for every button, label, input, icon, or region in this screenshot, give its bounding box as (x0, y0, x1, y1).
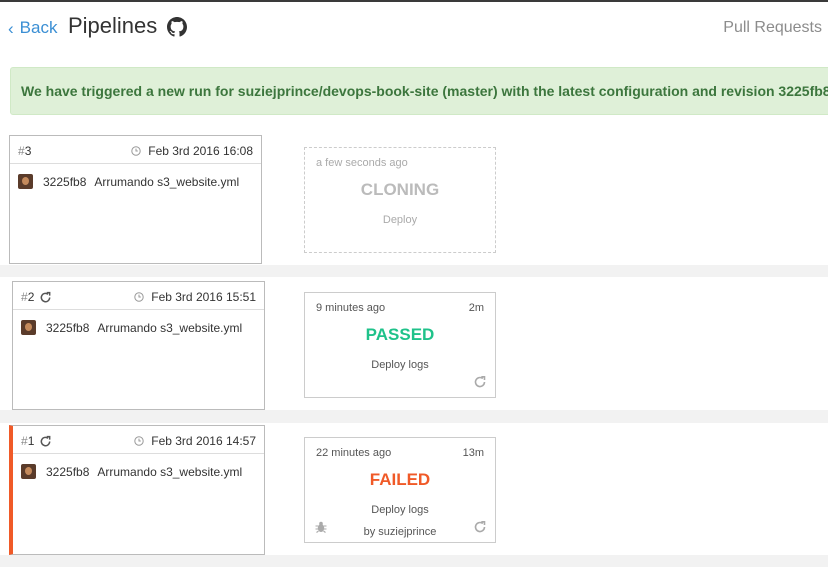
stage-duration: 13m (462, 447, 484, 459)
rebuild-icon[interactable] (39, 435, 52, 448)
triggered-by: by suziejprince (363, 526, 437, 538)
build-date: Feb 3rd 2016 16:08 (131, 144, 253, 158)
clock-icon (134, 436, 144, 446)
stage-time: 22 minutes ago (316, 447, 392, 459)
clock-icon (131, 146, 141, 156)
pipeline-row: #2 Feb 3rd 2016 15:51 3225fb8 Arrumando … (0, 277, 828, 410)
build-header: #2 Feb 3rd 2016 15:51 (13, 282, 264, 310)
stage-time: 9 minutes ago (316, 302, 386, 314)
stage-status: CLONING (360, 180, 440, 199)
build-header: #3 Feb 3rd 2016 16:08 (10, 136, 261, 164)
commit-info: 3225fb8 Arrumando s3_website.yml (21, 464, 242, 479)
build-card[interactable]: #1 Feb 3rd 2016 14:57 3225fb8 Arrumando … (9, 425, 265, 555)
stage-duration: 2m (468, 302, 484, 314)
pipeline-row: #1 Feb 3rd 2016 14:57 3225fb8 Arrumando … (0, 423, 828, 555)
build-card[interactable]: #2 Feb 3rd 2016 15:51 3225fb8 Arrumando … (12, 281, 265, 410)
rebuild-icon[interactable] (39, 291, 52, 304)
stage-logs-link[interactable]: Deploy logs (305, 504, 495, 516)
stage-time: a few seconds ago (316, 157, 408, 169)
back-label: Back (19, 18, 58, 37)
github-icon[interactable] (167, 17, 187, 37)
stage-card[interactable]: 9 minutes ago 2m PASSED Deploy logs (304, 292, 496, 398)
commit-info: 3225fb8 Arrumando s3_website.yml (21, 320, 242, 335)
commit-sha[interactable]: 3225fb8 (43, 175, 86, 189)
commit-info: 3225fb8 Arrumando s3_website.yml (18, 174, 239, 189)
commit-message: Arrumando s3_website.yml (97, 320, 243, 335)
retry-icon[interactable] (473, 520, 487, 534)
clock-icon (134, 292, 144, 302)
pipeline-row: #3 Feb 3rd 2016 16:08 3225fb8 Arrumando … (0, 133, 828, 265)
commit-sha[interactable]: 3225fb8 (46, 465, 89, 479)
chevron-left-icon: ‹ (8, 18, 14, 38)
commit-message: Arrumando s3_website.yml (97, 464, 243, 479)
stage-card[interactable]: 22 minutes ago 13m FAILED Deploy logs by… (304, 437, 496, 543)
build-date: Feb 3rd 2016 14:57 (134, 434, 256, 448)
back-button[interactable]: ‹ Back (8, 18, 57, 38)
build-date: Feb 3rd 2016 15:51 (134, 290, 256, 304)
retry-icon[interactable] (473, 375, 487, 389)
pull-requests-link[interactable]: Pull Requests (723, 19, 822, 37)
avatar (18, 174, 33, 189)
stage-status: FAILED (369, 470, 431, 489)
build-number: #3 (18, 144, 32, 158)
success-banner: We have triggered a new run for suziejpr… (10, 67, 828, 115)
build-number: #1 (21, 434, 52, 448)
build-header: #1 Feb 3rd 2016 14:57 (13, 426, 264, 454)
stage-logs-link[interactable]: Deploy logs (305, 359, 495, 371)
stage-card[interactable]: a few seconds ago CLONING Deploy (304, 147, 496, 253)
build-number: #2 (21, 290, 52, 304)
stage-status: PASSED (365, 325, 435, 344)
commit-message: Arrumando s3_website.yml (94, 174, 240, 189)
stage-name: Deploy (382, 214, 418, 226)
notification-area: We have triggered a new run for suziejpr… (0, 48, 828, 133)
page-title: Pipelines (68, 13, 158, 38)
top-bar: ‹ Back Pipelines Pull Requests (0, 0, 828, 48)
bug-icon[interactable] (314, 520, 328, 534)
avatar (21, 320, 36, 335)
build-card[interactable]: #3 Feb 3rd 2016 16:08 3225fb8 Arrumando … (9, 135, 262, 264)
avatar (21, 464, 36, 479)
commit-sha[interactable]: 3225fb8 (46, 321, 89, 335)
